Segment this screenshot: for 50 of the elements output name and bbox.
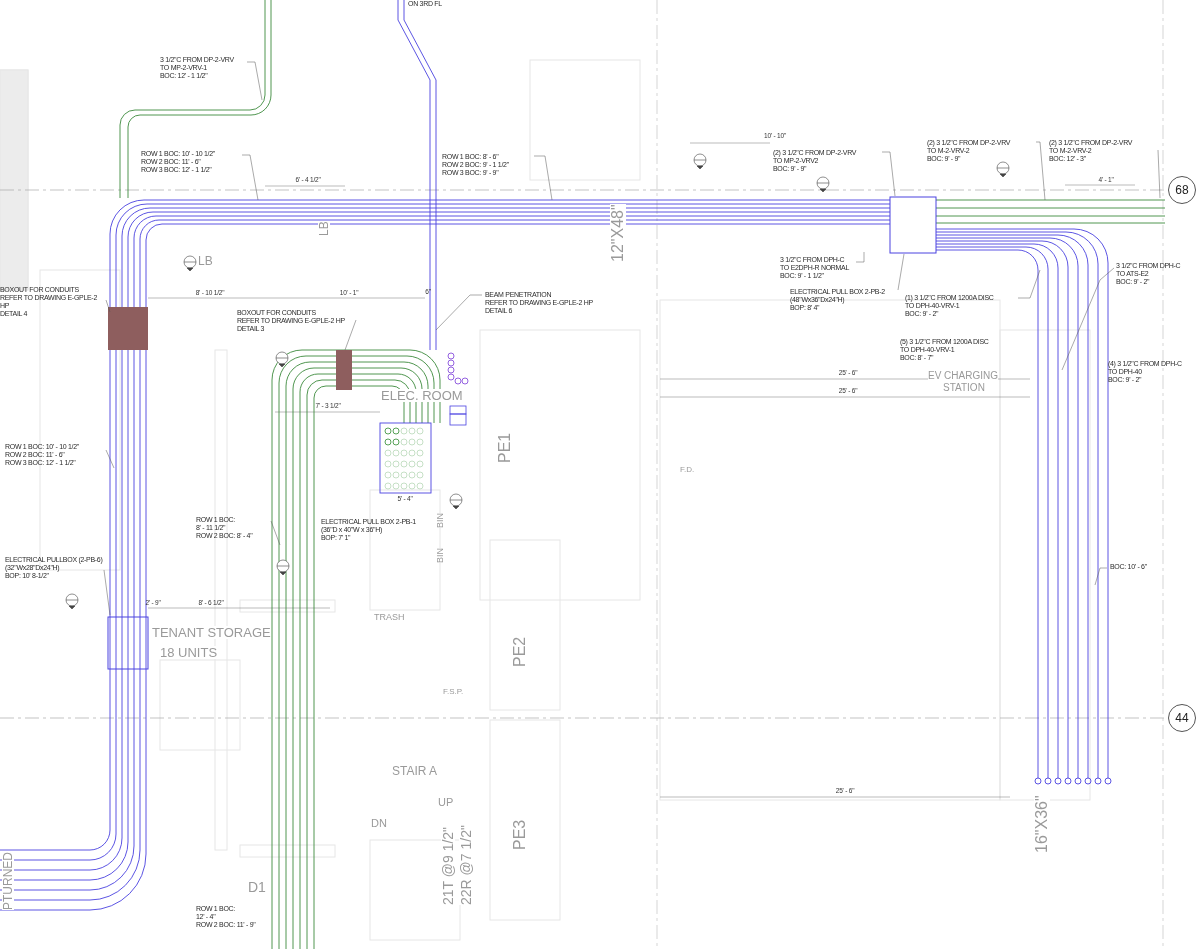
room-label: BIN [436,513,445,528]
leader-line [533,155,553,201]
leader-line [1157,149,1161,199]
room-label: F.D. [680,466,695,474]
leader-line [1094,567,1108,586]
section-marker-icon [693,153,707,170]
leader-line [1035,141,1046,201]
room-label: 16"X36" [1034,795,1050,853]
room-label: TENANT STORAGE [152,626,271,639]
room-label: LB [318,221,330,236]
leader-line [855,251,865,263]
leader-line [241,154,259,201]
section-marker-icon [183,255,197,272]
leader-line [1017,269,1041,299]
leader-line [344,319,357,351]
grid-bubble: 68 [1168,176,1196,204]
section-marker-icon [65,593,79,610]
leader-line [246,61,263,101]
room-label: D1 [248,880,266,894]
room-label: BIN [436,548,445,563]
section-marker-icon [816,176,830,193]
room-label: DN [371,818,387,829]
leader-line [105,449,115,469]
room-label: STATION [943,383,985,393]
room-label: PE1 [497,432,513,463]
leader-line [897,253,905,291]
room-label: F.S.P. [443,688,464,696]
room-label: EV CHARGING [928,371,998,381]
room-label: PE2 [512,636,528,667]
grid-bubble: 44 [1168,704,1196,732]
section-marker-icon [996,161,1010,178]
room-label: PE3 [512,819,528,850]
leader-line [105,299,111,313]
room-label: 22R @7 1/2" [459,825,473,905]
leader-line [881,151,896,197]
room-label: 21T @9 1/2" [441,826,455,905]
room-label: PTURNED [2,852,14,910]
room-label: LB [198,255,213,267]
room-label: 18 UNITS [160,646,218,659]
room-label: ELEC. ROOM [381,389,463,402]
room-label: 12"X48" [610,204,626,262]
leader-line [103,569,111,616]
section-marker-icon [449,493,463,510]
room-label: UP [438,797,454,808]
leader-line [435,294,483,331]
section-marker-icon [275,351,289,368]
room-label: STAIR A [392,765,438,777]
room-label: TRASH [374,613,405,622]
leader-line [270,520,281,546]
section-marker-icon [276,559,290,576]
